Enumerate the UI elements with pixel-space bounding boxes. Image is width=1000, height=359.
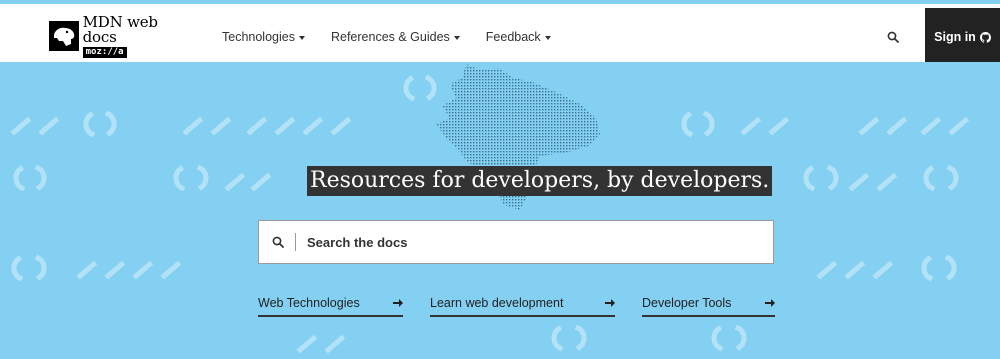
signin-button[interactable]: Sign in bbox=[925, 8, 1000, 66]
caret-down-icon bbox=[453, 35, 460, 40]
mdn-dino-icon bbox=[49, 21, 79, 51]
arrow-right-icon bbox=[393, 298, 403, 308]
quick-link-developer-tools[interactable]: Developer Tools bbox=[642, 291, 775, 317]
nav-item-references-guides[interactable]: References & Guides bbox=[331, 30, 460, 44]
search-icon[interactable] bbox=[884, 28, 902, 46]
logo-subtitle: moz://a bbox=[82, 46, 127, 58]
hero-search-box bbox=[258, 220, 774, 264]
arrow-right-icon bbox=[765, 298, 775, 308]
mdn-logo-link[interactable]: MDN web docs moz://a bbox=[49, 14, 195, 58]
quick-link-label: Developer Tools bbox=[642, 296, 732, 310]
quick-link-web-technologies[interactable]: Web Technologies bbox=[258, 291, 403, 317]
hero-section: Resources for developers, by developers.… bbox=[0, 62, 1000, 359]
quick-link-learn-web-development[interactable]: Learn web development bbox=[430, 291, 615, 317]
nav-item-technologies[interactable]: Technologies bbox=[222, 30, 305, 44]
nav-item-label: Technologies bbox=[222, 30, 295, 44]
quick-link-label: Web Technologies bbox=[258, 296, 360, 310]
nav-item-feedback[interactable]: Feedback bbox=[486, 30, 551, 44]
search-input[interactable] bbox=[307, 234, 747, 250]
caret-down-icon bbox=[544, 35, 551, 40]
github-icon bbox=[979, 31, 991, 43]
arrow-right-icon bbox=[605, 298, 615, 308]
quick-link-label: Learn web development bbox=[430, 296, 564, 310]
search-icon bbox=[261, 236, 295, 248]
caret-down-icon bbox=[298, 35, 305, 40]
main-nav: Technologies References & Guides Feedbac… bbox=[222, 8, 577, 66]
signin-label: Sign in bbox=[934, 30, 976, 44]
logo-title: MDN web docs bbox=[82, 12, 158, 46]
nav-item-label: References & Guides bbox=[330, 30, 450, 44]
logo-wordmark: MDN web docs moz://a bbox=[82, 12, 195, 58]
nav-item-label: Feedback bbox=[485, 30, 541, 44]
site-header: MDN web docs moz://a Technologies Refere… bbox=[0, 4, 1000, 66]
hero-headline: Resources for developers, by developers. bbox=[307, 166, 773, 196]
search-divider bbox=[295, 233, 296, 251]
